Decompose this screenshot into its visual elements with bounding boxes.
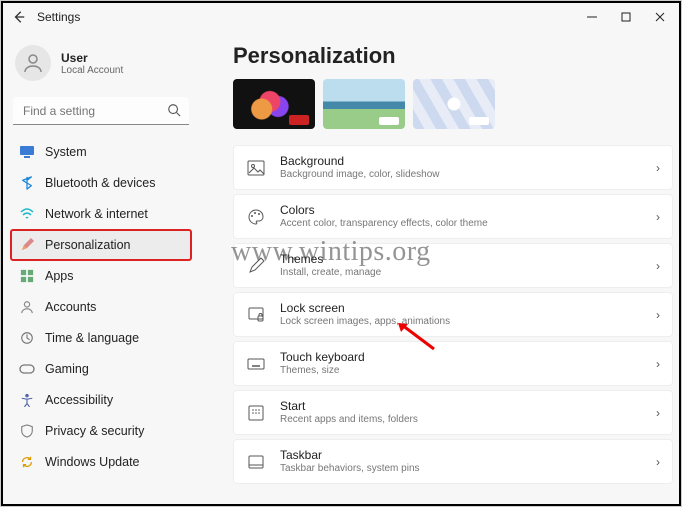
nav-label: Apps [45, 269, 74, 283]
brush-icon [246, 256, 266, 276]
sidebar-item-system[interactable]: System [11, 137, 191, 167]
card-subtitle: Taskbar behaviors, system pins [280, 463, 420, 475]
nav-label: Network & internet [45, 207, 148, 221]
gaming-icon [19, 361, 35, 377]
card-title: Taskbar [280, 448, 420, 462]
card-subtitle: Accent color, transparency effects, colo… [280, 218, 488, 230]
shield-icon [19, 423, 35, 439]
search-icon [167, 103, 181, 117]
apps-icon [19, 268, 35, 284]
card-subtitle: Lock screen images, apps, animations [280, 316, 450, 328]
card-title: Themes [280, 252, 381, 266]
window-controls [575, 3, 677, 31]
chevron-right-icon: › [656, 455, 660, 469]
window-title: Settings [37, 10, 80, 24]
sidebar-item-privacy[interactable]: Privacy & security [11, 416, 191, 446]
page-title: Personalization [233, 43, 673, 69]
settings-cards: BackgroundBackground image, color, slide… [233, 145, 673, 484]
chevron-right-icon: › [656, 406, 660, 420]
titlebar: Settings [1, 1, 681, 33]
close-icon [655, 12, 665, 22]
account-icon [19, 299, 35, 315]
chevron-right-icon: › [656, 357, 660, 371]
sidebar-item-accounts[interactable]: Accounts [11, 292, 191, 322]
lock-screen-icon [246, 305, 266, 325]
card-title: Colors [280, 203, 488, 217]
nav-label: Bluetooth & devices [45, 176, 156, 190]
theme-thumbnails [233, 79, 673, 129]
sidebar-item-accessibility[interactable]: Accessibility [11, 385, 191, 415]
card-themes[interactable]: ThemesInstall, create, manage › [233, 243, 673, 288]
nav-label: Personalization [45, 238, 130, 252]
nav-list: System Bluetooth & devices Network & int… [11, 137, 191, 477]
card-touch-keyboard[interactable]: Touch keyboardThemes, size › [233, 341, 673, 386]
user-icon [21, 51, 45, 75]
main-content: Personalization BackgroundBackground ima… [201, 33, 681, 506]
keyboard-icon [246, 354, 266, 374]
sidebar-item-personalization[interactable]: Personalization [11, 230, 191, 260]
chevron-right-icon: › [656, 308, 660, 322]
sidebar: User Local Account System Bluetooth & de… [1, 33, 201, 506]
card-title: Start [280, 399, 418, 413]
minimize-button[interactable] [575, 3, 609, 31]
search-input[interactable] [13, 97, 189, 125]
chevron-right-icon: › [656, 161, 660, 175]
user-name: User [61, 51, 123, 65]
nav-label: Accounts [45, 300, 96, 314]
clock-icon [19, 330, 35, 346]
close-button[interactable] [643, 3, 677, 31]
card-subtitle: Recent apps and items, folders [280, 414, 418, 426]
card-title: Touch keyboard [280, 350, 365, 364]
sidebar-item-bluetooth[interactable]: Bluetooth & devices [11, 168, 191, 198]
card-subtitle: Themes, size [280, 365, 365, 377]
chevron-right-icon: › [656, 210, 660, 224]
sidebar-item-gaming[interactable]: Gaming [11, 354, 191, 384]
card-colors[interactable]: ColorsAccent color, transparency effects… [233, 194, 673, 239]
sidebar-item-time[interactable]: Time & language [11, 323, 191, 353]
card-background[interactable]: BackgroundBackground image, color, slide… [233, 145, 673, 190]
card-title: Lock screen [280, 301, 450, 315]
back-button[interactable] [5, 3, 33, 31]
start-icon [246, 403, 266, 423]
card-taskbar[interactable]: TaskbarTaskbar behaviors, system pins › [233, 439, 673, 484]
card-subtitle: Install, create, manage [280, 267, 381, 279]
taskbar-icon [246, 452, 266, 472]
image-icon [246, 158, 266, 178]
maximize-button[interactable] [609, 3, 643, 31]
bluetooth-icon [19, 175, 35, 191]
chevron-right-icon: › [656, 259, 660, 273]
theme-thumbnail-3[interactable] [413, 79, 495, 129]
arrow-left-icon [12, 10, 26, 24]
card-title: Background [280, 154, 440, 168]
nav-label: Gaming [45, 362, 89, 376]
monitor-icon [19, 144, 35, 160]
search-wrap [13, 97, 189, 125]
nav-label: Accessibility [45, 393, 113, 407]
sidebar-item-network[interactable]: Network & internet [11, 199, 191, 229]
user-subtitle: Local Account [61, 65, 123, 76]
card-start[interactable]: StartRecent apps and items, folders › [233, 390, 673, 435]
palette-icon [246, 207, 266, 227]
accessibility-icon [19, 392, 35, 408]
update-icon [19, 454, 35, 470]
nav-label: System [45, 145, 87, 159]
nav-label: Privacy & security [45, 424, 144, 438]
wifi-icon [19, 206, 35, 222]
avatar [15, 45, 51, 81]
card-subtitle: Background image, color, slideshow [280, 169, 440, 181]
paintbrush-icon [19, 237, 35, 253]
minimize-icon [587, 12, 597, 22]
sidebar-item-apps[interactable]: Apps [11, 261, 191, 291]
maximize-icon [621, 12, 631, 22]
theme-thumbnail-2[interactable] [323, 79, 405, 129]
theme-thumbnail-1[interactable] [233, 79, 315, 129]
sidebar-item-update[interactable]: Windows Update [11, 447, 191, 477]
nav-label: Windows Update [45, 455, 140, 469]
nav-label: Time & language [45, 331, 139, 345]
card-lock-screen[interactable]: Lock screenLock screen images, apps, ani… [233, 292, 673, 337]
user-account-row[interactable]: User Local Account [11, 37, 191, 93]
